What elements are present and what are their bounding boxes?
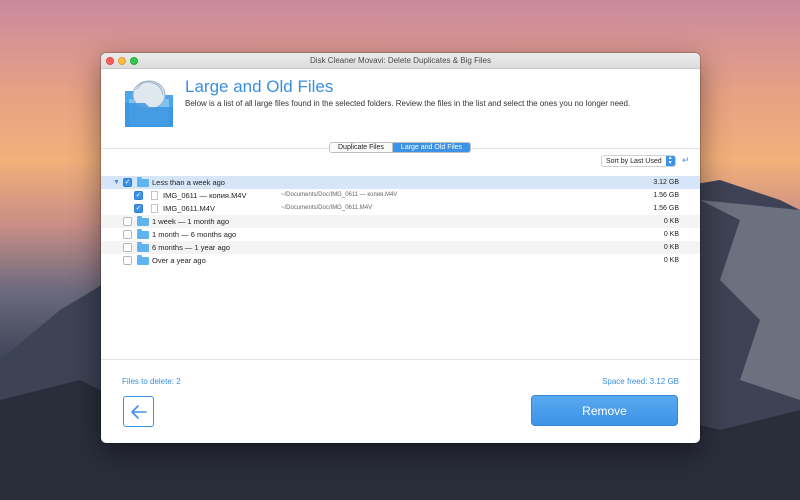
title-bar: Disk Cleaner Movavi: Delete Duplicates &…	[101, 53, 700, 69]
tab-large-and-old-files[interactable]: Large and Old Files	[391, 143, 471, 152]
zoom-window-button[interactable]	[130, 57, 138, 65]
view-tabs: Duplicate Files Large and Old Files	[329, 142, 472, 153]
arrow-left-icon	[130, 404, 147, 419]
list-item-group[interactable]: 1 month — 6 months ago 0 KB	[101, 228, 700, 241]
remove-button[interactable]: Remove	[531, 395, 678, 426]
page-description: Below is a list of all large files found…	[185, 99, 631, 108]
row-size: 0 KB	[663, 244, 679, 251]
app-window: Disk Cleaner Movavi: Delete Duplicates &…	[101, 53, 700, 443]
row-label: Less than a week ago	[152, 178, 225, 187]
row-label: IMG_0611.M4V	[163, 204, 215, 213]
row-path: ~/Documents/Doc/IMG_0611.M4V	[281, 205, 373, 211]
window-title: Disk Cleaner Movavi: Delete Duplicates &…	[310, 56, 491, 65]
sort-dropdown-value: Sort by Last Used	[606, 157, 662, 165]
row-size: 0 KB	[663, 257, 679, 264]
page-header: Large and Old Files Below is a list of a…	[101, 69, 700, 139]
row-checkbox[interactable]: ✓	[123, 178, 132, 187]
row-label: 1 month — 6 months ago	[152, 230, 237, 239]
row-size: 1.56 GB	[653, 192, 679, 199]
row-checkbox[interactable]: ✓	[134, 204, 143, 213]
sort-direction-icon[interactable]: ↵	[682, 155, 690, 166]
row-label: IMG_0611 — копия.M4V	[163, 191, 247, 200]
footer-divider	[101, 359, 700, 360]
files-to-delete-count: Files to delete: 2	[122, 377, 181, 386]
row-size: 0 KB	[663, 231, 679, 238]
dropdown-arrows-icon: ▴ ▾	[665, 155, 675, 166]
close-window-button[interactable]	[106, 57, 114, 65]
list-item-file[interactable]: ✓ IMG_0611 — копия.M4V ~/Documents/Doc/I…	[101, 189, 700, 202]
folder-icon	[137, 216, 149, 226]
row-checkbox[interactable]: ✓	[134, 191, 143, 200]
folder-icon	[137, 242, 149, 252]
space-freed-total: Space freed: 3.12 GB	[602, 377, 679, 386]
folder-icon	[137, 255, 149, 265]
row-checkbox[interactable]	[123, 230, 132, 239]
list-item-group[interactable]: 1 week — 1 month ago 0 KB	[101, 215, 700, 228]
row-label: 1 week — 1 month ago	[152, 217, 230, 226]
file-icon	[151, 204, 158, 213]
folder-icon	[137, 177, 149, 187]
sort-dropdown[interactable]: Sort by Last Used ▴ ▾	[601, 155, 676, 167]
file-list: ▼ ✓ Less than a week ago 3.12 GB ✓ IMG_0…	[101, 176, 700, 267]
large-files-folder-icon	[125, 80, 173, 127]
row-size: 3.12 GB	[653, 179, 679, 186]
list-item-group[interactable]: 6 months — 1 year ago 0 KB	[101, 241, 700, 254]
row-label: 6 months — 1 year ago	[152, 243, 230, 252]
disclosure-triangle-icon[interactable]: ▼	[113, 176, 120, 189]
file-icon	[151, 191, 158, 200]
folder-icon	[137, 229, 149, 239]
minimize-window-button[interactable]	[118, 57, 126, 65]
list-item-group[interactable]: ▼ ✓ Less than a week ago 3.12 GB	[101, 176, 700, 189]
row-path: ~/Documents/Doc/IMG_0611 — копия.M4V	[281, 192, 398, 198]
row-label: Over a year ago	[152, 256, 206, 265]
page-title: Large and Old Files	[185, 77, 334, 96]
row-checkbox[interactable]	[123, 256, 132, 265]
back-button[interactable]	[123, 396, 154, 427]
list-item-file[interactable]: ✓ IMG_0611.M4V ~/Documents/Doc/IMG_0611.…	[101, 202, 700, 215]
row-checkbox[interactable]	[123, 243, 132, 252]
row-checkbox[interactable]	[123, 217, 132, 226]
tab-duplicate-files[interactable]: Duplicate Files	[330, 143, 392, 152]
row-size: 1.56 GB	[653, 205, 679, 212]
row-size: 0 KB	[663, 218, 679, 225]
window-controls	[106, 57, 138, 65]
list-item-group[interactable]: Over a year ago 0 KB	[101, 254, 700, 267]
